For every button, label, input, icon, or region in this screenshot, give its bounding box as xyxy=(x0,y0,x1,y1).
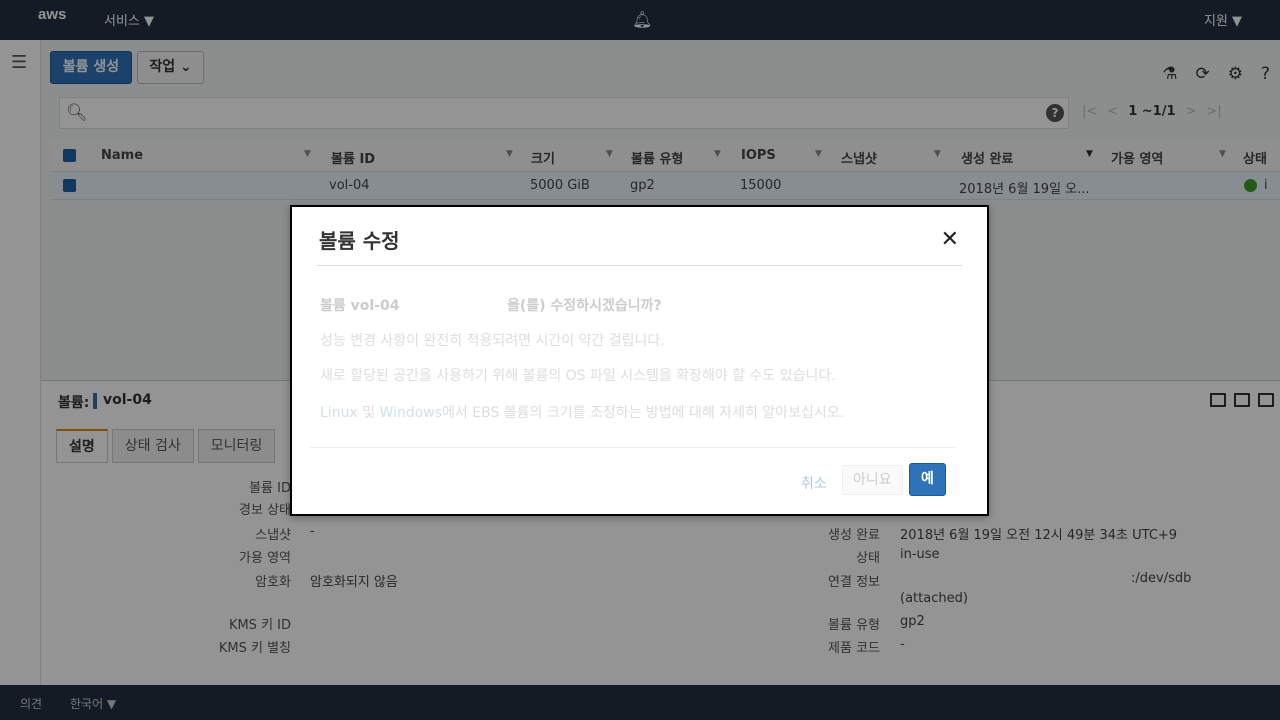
dialog-volume-id: 볼륨 vol-04 xyxy=(320,298,400,314)
yes-button[interactable]: 예 xyxy=(909,463,946,496)
dialog-info-performance: 성능 변경 사항이 완전히 적용되려면 시간이 약간 걸립니다. xyxy=(320,333,665,349)
linux-link[interactable]: Linux xyxy=(320,405,358,421)
link-sentence-rest: 에서 EBS 볼륨의 크기를 조정하는 방법에 대해 자세히 알아보십시오. xyxy=(442,405,845,421)
divider xyxy=(317,265,962,266)
link-conjunction: 및 xyxy=(357,405,380,421)
dialog-info-filesystem: 새로 할당된 공간을 사용하기 위해 볼륨의 OS 파일 시스템을 확장해야 할… xyxy=(320,368,836,384)
divider xyxy=(310,447,955,448)
dialog-info-links: Linux 및 Windows에서 EBS 볼륨의 크기를 조정하는 방법에 대… xyxy=(320,402,844,422)
close-icon[interactable]: ✕ xyxy=(941,227,959,252)
modify-volume-dialog: 볼륨 수정 ✕ 볼륨 vol-04 을(를) 수정하시겠습니까? 성능 변경 사… xyxy=(290,205,989,516)
dialog-title: 볼륨 수정 xyxy=(319,229,400,253)
dialog-question: 을(를) 수정하시겠습니까? xyxy=(507,298,662,314)
cancel-button[interactable]: 취소 xyxy=(801,473,827,493)
windows-link[interactable]: Windows xyxy=(380,405,443,421)
no-button[interactable]: 아니요 xyxy=(842,465,903,495)
